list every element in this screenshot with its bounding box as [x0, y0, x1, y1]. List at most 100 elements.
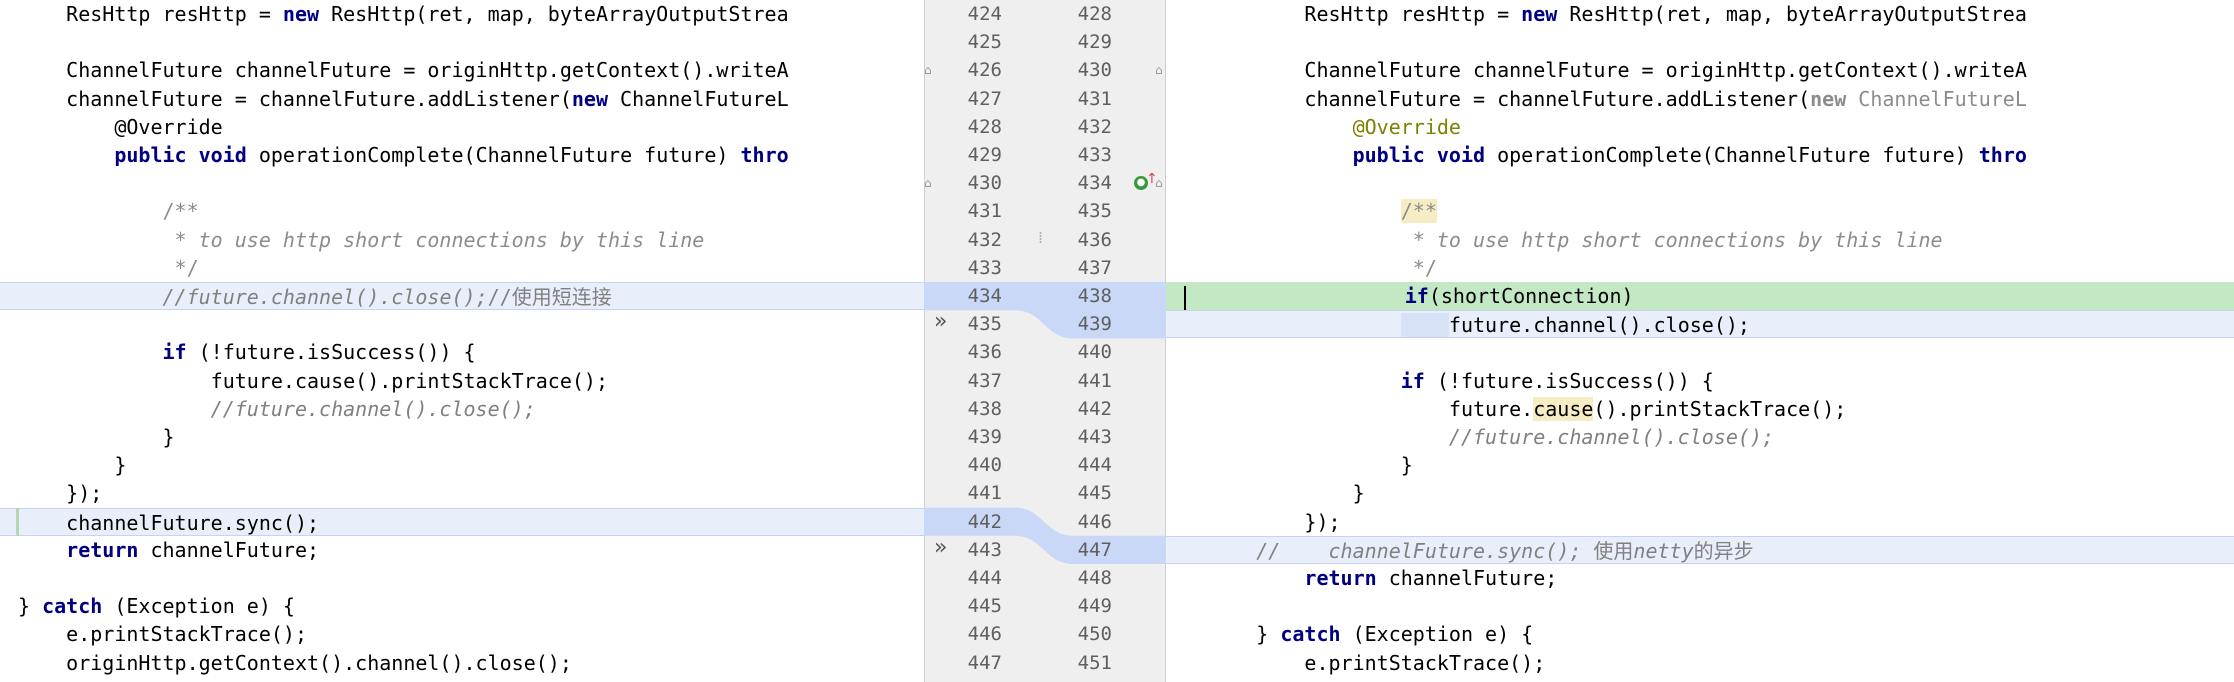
left-line-number: 442 — [967, 510, 1002, 533]
code-line[interactable]: originHttp.getContext().channel().close(… — [0, 649, 924, 677]
code-line[interactable]: // channelFuture.sync(); 使用netty的异步 — [1166, 535, 2234, 564]
code-line[interactable]: return channelFuture; — [0, 536, 924, 564]
code-token: new — [571, 86, 609, 111]
drag-grip-icon[interactable]: ⁞ — [1038, 229, 1043, 246]
code-token: } — [18, 453, 127, 478]
code-token: ChannelFutureL — [1846, 86, 2027, 111]
code-line[interactable]: if(shortConnection) — [1166, 282, 2234, 310]
right-line-number: 444 — [1077, 454, 1112, 477]
code-line[interactable] — [0, 310, 924, 338]
right-line-number: 449 — [1077, 595, 1112, 618]
code-line[interactable]: /** — [0, 197, 924, 225]
code-line[interactable]: public void operationComplete(ChannelFut… — [1166, 141, 2234, 169]
code-token: //使用短连接 — [487, 285, 612, 309]
code-line[interactable]: //future.channel().close();//使用短连接 — [0, 282, 924, 310]
code-line[interactable]: } — [0, 423, 924, 451]
code-line[interactable]: * to use http short connections by this … — [1166, 226, 2234, 254]
code-token: public — [1352, 143, 1425, 167]
left-line-number: 426 — [967, 59, 1002, 82]
right-line-number: 439 — [1077, 313, 1112, 336]
code-line[interactable]: channelFuture = channelFuture.addListene… — [1166, 85, 2234, 113]
apply-change-icon[interactable]: » — [934, 308, 947, 336]
code-line[interactable]: return channelFuture; — [1166, 564, 2234, 592]
code-token: /** — [1400, 199, 1437, 224]
right-line-number: 446 — [1077, 510, 1112, 533]
right-line-number: 429 — [1077, 31, 1112, 54]
fold-marker-icon[interactable]: ⌂ — [1155, 64, 1165, 76]
code-token: ChannelFuture channelFuture = originHttp… — [18, 58, 789, 83]
left-line-number: 439 — [967, 426, 1002, 448]
fold-marker-icon[interactable]: ⌂ — [924, 64, 934, 76]
right-line-number: 438 — [1077, 285, 1112, 307]
code-line[interactable]: if (!future.isSuccess()) { — [0, 338, 924, 366]
code-line[interactable] — [0, 564, 924, 592]
left-line-number: 435 — [967, 313, 1002, 336]
code-line[interactable]: //future.channel().close(); — [1166, 423, 2234, 451]
code-line[interactable]: originHttp.getContext().channel().close(… — [1166, 677, 2234, 682]
code-line[interactable]: channelFuture.sync(); — [0, 507, 924, 536]
code-token: e.printStackTrace(); — [1184, 650, 1546, 675]
code-line[interactable]: } catch (Exception e) { — [1166, 620, 2234, 648]
left-line-number: 427 — [967, 87, 1002, 110]
code-token: } — [1184, 622, 1281, 647]
code-line[interactable]: }); — [1166, 508, 2234, 536]
code-token: new — [1810, 86, 1847, 111]
code-line[interactable]: @Override — [1166, 113, 2234, 141]
code-token: (Exception e) { — [1340, 622, 1534, 647]
code-token: * to use http short connections by this … — [1184, 227, 1943, 252]
right-line-number: 440 — [1077, 341, 1112, 364]
code-line[interactable] — [1166, 338, 2234, 366]
code-line[interactable]: ResHttp resHttp = new ResHttp(ret, map, … — [1166, 0, 2234, 28]
code-token: future. — [1184, 396, 1534, 421]
code-token: cause — [1533, 396, 1594, 421]
code-token: return — [1304, 566, 1377, 590]
code-line[interactable]: ChannelFuture channelFuture = originHttp… — [1166, 56, 2234, 84]
right-line-number: 445 — [1077, 482, 1112, 505]
right-editor-pane[interactable]: ResHttp resHttp = new ResHttp(ret, map, … — [1166, 0, 2234, 682]
code-token: operationComplete(ChannelFuture future) — [246, 143, 741, 167]
code-token: }); — [1184, 509, 1341, 534]
fold-marker-icon[interactable]: ⌂ — [924, 177, 934, 189]
code-line[interactable]: } catch (Exception e) { — [0, 592, 924, 620]
code-line[interactable]: public void operationComplete(ChannelFut… — [0, 141, 924, 169]
code-line[interactable]: */ — [0, 254, 924, 282]
code-token: thro — [740, 143, 789, 167]
code-line[interactable]: } — [1166, 479, 2234, 507]
code-line[interactable]: e.printStackTrace(); — [0, 620, 924, 648]
left-line-number: 443 — [967, 538, 1002, 561]
code-token: operationComplete(ChannelFuture future) — [1485, 143, 1979, 167]
code-line[interactable] — [0, 28, 924, 56]
code-line[interactable] — [1166, 28, 2234, 56]
code-line[interactable] — [0, 169, 924, 197]
code-line[interactable]: //future.channel().close(); — [0, 395, 924, 423]
code-line[interactable]: ResHttp resHttp = new ResHttp(ret, map, … — [0, 0, 924, 28]
code-line[interactable]: } — [0, 451, 924, 479]
code-line[interactable]: future.cause().printStackTrace(); — [0, 367, 924, 395]
right-line-number: 443 — [1077, 426, 1112, 448]
code-line[interactable]: channelFuture = channelFuture.addListene… — [0, 85, 924, 113]
code-line[interactable]: ChannelFuture channelFuture = originHttp… — [0, 56, 924, 84]
code-line[interactable]: */ — [1166, 254, 2234, 282]
code-line[interactable]: @Override — [0, 113, 924, 141]
code-line[interactable]: if (!future.isSuccess()) { — [1166, 367, 2234, 395]
right-line-number: 452 — [1052, 677, 1112, 682]
code-line[interactable]: }); — [0, 479, 924, 507]
apply-change-icon[interactable]: » — [934, 534, 947, 562]
code-token: ChannelFuture channelFuture = originHttp… — [1184, 58, 2027, 83]
code-line[interactable]: future.channel().close(); — [1166, 310, 2234, 339]
code-line[interactable]: * to use http short connections by this … — [0, 226, 924, 254]
code-token: void — [198, 143, 247, 167]
code-line[interactable] — [1166, 592, 2234, 620]
code-line[interactable]: future.cause().printStackTrace(); — [1166, 395, 2234, 423]
left-editor-pane[interactable]: ResHttp resHttp = new ResHttp(ret, map, … — [0, 0, 924, 682]
left-line-number: 425 — [967, 31, 1002, 54]
code-line[interactable]: } — [1166, 451, 2234, 479]
diff-viewer: ResHttp resHttp = new ResHttp(ret, map, … — [0, 0, 2234, 682]
right-line-number: 436 — [1077, 228, 1112, 251]
code-line[interactable]: e.printStackTrace(); — [1166, 649, 2234, 677]
code-token: ResHttp(ret, map, byteArrayOutputStrea — [1557, 2, 2027, 26]
code-line[interactable]: /** — [1166, 197, 2234, 225]
code-line[interactable] — [1166, 169, 2234, 197]
